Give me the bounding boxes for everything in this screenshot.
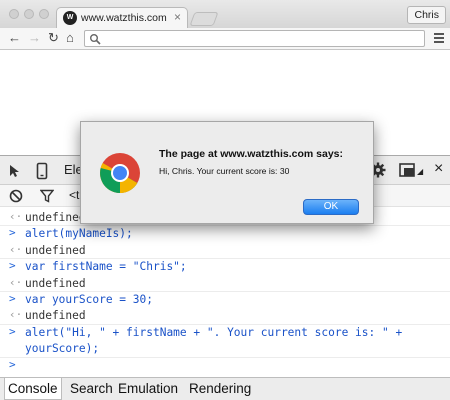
- dock-side-icon[interactable]: [399, 163, 415, 177]
- console-line-text: undefined: [25, 276, 86, 290]
- profile-button[interactable]: Chris: [407, 6, 446, 24]
- inspect-element-icon[interactable]: [8, 164, 24, 178]
- minimize-window-button[interactable]: [24, 9, 34, 19]
- console-line-text: yourScore);: [25, 342, 100, 356]
- close-devtools-icon[interactable]: ×: [434, 160, 443, 178]
- hamburger-menu-icon[interactable]: [434, 33, 444, 43]
- console-line-text: undefined: [25, 243, 86, 257]
- console-line-text: undefined: [25, 309, 86, 323]
- device-mode-icon[interactable]: [36, 162, 48, 180]
- new-tab-button[interactable]: [189, 12, 219, 26]
- result-arrow-icon: ‹·: [9, 275, 23, 289]
- tab-emulation[interactable]: Emulation: [118, 381, 178, 396]
- console-line: > alert("Hi, " + firstName + ". Your curr…: [0, 325, 450, 341]
- prompt-chevron-icon: >: [9, 292, 16, 305]
- console-prompt[interactable]: >: [0, 358, 450, 374]
- tab-close-icon[interactable]: ×: [174, 10, 181, 24]
- search-icon: [90, 34, 101, 45]
- zoom-window-button[interactable]: [39, 9, 49, 19]
- result-arrow-icon: ‹·: [9, 308, 23, 322]
- alert-dialog: The page at www.watzthis.com says: Hi, C…: [80, 121, 374, 224]
- chrome-logo-icon: [100, 153, 140, 193]
- console-line: yourScore);: [0, 341, 450, 357]
- browser-toolbar: ← → ↻ ⌂: [0, 28, 450, 50]
- title-bar: W www.watzthis.com × Chris: [0, 0, 450, 28]
- site-favicon-icon: W: [63, 11, 77, 25]
- tab-title: www.watzthis.com: [81, 12, 167, 24]
- prompt-chevron-icon: >: [9, 259, 16, 273]
- prompt-chevron-icon: >: [9, 324, 16, 338]
- console-line: > alert(myNameIs);: [0, 226, 450, 242]
- tab-search[interactable]: Search: [70, 381, 113, 396]
- console-output: ‹· undefined > alert(myNameIs); ‹· undefined >…: [0, 207, 450, 377]
- browser-tab[interactable]: W www.watzthis.com ×: [56, 7, 188, 28]
- drawer-tab-bar: Console Search Emulation Rendering: [0, 377, 450, 400]
- console-line: > var yourScore = 30;: [0, 292, 450, 308]
- dock-dropdown-icon[interactable]: ◢: [417, 167, 423, 176]
- console-line: ‹· undefined: [0, 243, 450, 259]
- ok-button[interactable]: OK: [303, 199, 359, 215]
- console-line-text: var yourScore = 30;: [25, 293, 153, 306]
- console-line: > var firstName = "Chris";: [0, 259, 450, 275]
- console-line: ‹· undefined: [0, 276, 450, 292]
- home-icon[interactable]: ⌂: [66, 31, 74, 45]
- reload-icon[interactable]: ↻: [48, 31, 59, 45]
- dialog-title: The page at www.watzthis.com says:: [159, 148, 343, 160]
- result-arrow-icon: ‹·: [9, 210, 23, 223]
- result-arrow-icon: ‹·: [9, 242, 23, 256]
- console-line-text: undefined: [25, 211, 86, 224]
- tab-console[interactable]: Console: [4, 378, 62, 400]
- clear-console-icon[interactable]: [9, 189, 23, 203]
- address-bar[interactable]: [84, 30, 425, 47]
- console-line-text: alert(myNameIs);: [25, 227, 133, 241]
- console-line-text: var firstName = "Chris";: [25, 260, 187, 274]
- prompt-chevron-icon: >: [9, 226, 16, 240]
- context-selector[interactable]: <t: [69, 188, 79, 202]
- dialog-message: Hi, Chris. Your current score is: 30: [159, 166, 290, 176]
- close-window-button[interactable]: [9, 9, 19, 19]
- forward-arrow-icon[interactable]: →: [28, 31, 41, 45]
- filter-icon[interactable]: [40, 189, 54, 203]
- prompt-chevron-icon: >: [9, 357, 16, 371]
- console-line-text: alert("Hi, " + firstName + ". Your curre…: [25, 325, 403, 339]
- tab-rendering[interactable]: Rendering: [189, 381, 251, 396]
- back-arrow-icon[interactable]: ←: [8, 31, 21, 45]
- console-line: ‹· undefined: [0, 308, 450, 324]
